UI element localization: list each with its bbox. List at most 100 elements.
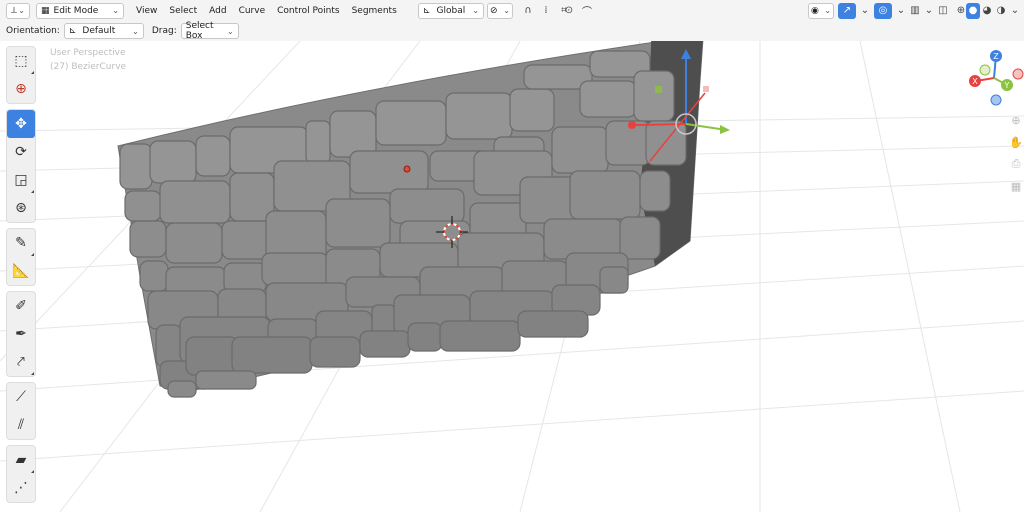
chevron-down-icon: ⌄ [18, 6, 25, 15]
transform-icon: ⊛ [15, 200, 27, 216]
cursor-icon: ⊕ [15, 81, 27, 97]
tool-group-radius: ⟋ ⫽ [6, 382, 36, 440]
drag-dropdown[interactable]: Select Box ⌄ [180, 21, 239, 41]
navigation-gizmo[interactable]: Z X Y [964, 48, 1024, 108]
drag-value: Select Box [185, 21, 214, 41]
scale-icon: ◲ [14, 172, 28, 188]
tilt-tool[interactable]: ⫽ [7, 411, 35, 439]
extrude-tool[interactable]: ⤤ [7, 348, 35, 376]
cursor-tool[interactable]: ⊕ [7, 75, 35, 103]
view-name: User Perspective [50, 48, 126, 58]
pivot-icon: ⊘ [490, 5, 498, 16]
pen-tool[interactable]: ✒ [7, 320, 35, 348]
nav-x-label: X [972, 77, 978, 86]
move-icon: ✥ [15, 116, 27, 132]
orientation-dropdown[interactable]: ⊾ Default ⌄ [63, 23, 144, 39]
snap-target-icon[interactable]: ⁞ [537, 3, 555, 19]
chevron-down-icon: ⌄ [924, 5, 934, 16]
nav-x-neg[interactable] [1012, 68, 1024, 80]
orientation-icon: ⊾ [423, 5, 431, 16]
extrude-icon: ⤤ [17, 354, 25, 370]
tool-group-select: ⬚ ⊕ [6, 46, 36, 104]
gizmo-icon: ↗ [842, 5, 852, 16]
randomize-icon: ⋰ [14, 480, 28, 496]
rotate-tool[interactable]: ⟳ [7, 138, 35, 166]
viewport-header: ⟂ ⌄ ▦ Edit Mode ⌄ View Select Add Curve C… [0, 0, 1024, 21]
solid-shading-icon[interactable]: ● [966, 2, 980, 19]
menu-view[interactable]: View [130, 6, 163, 16]
visibility-dropdown[interactable]: ◉ ⌄ [808, 2, 834, 19]
menu-segments[interactable]: Segments [346, 6, 403, 16]
shading-dropdown[interactable]: ⌄ [1008, 3, 1022, 19]
axes-editor-icon: ⟂ [11, 5, 18, 16]
proportional-edit-icon[interactable]: ⊙ [560, 3, 578, 19]
mode-label: Edit Mode [53, 5, 99, 16]
pivot-point-dropdown[interactable]: ⊘ ⌄ [487, 2, 513, 19]
edit-mode-icon: ▦ [41, 5, 50, 16]
orientation-value: Default [82, 26, 116, 36]
tool-group-transform: ✥ ⟳ ◲ ⊛ [6, 109, 36, 223]
tilt-icon: ⫽ [17, 417, 25, 433]
tool-shelf: ⬚ ⊕ ✥ ⟳ ◲ ⊛ ✎ 📐 ✐ ✒ ⤤ ⟋ ⫽ ▰ ⋰ [6, 46, 36, 508]
annotate-icon: ✎ [15, 235, 27, 251]
transform-orientation-dropdown[interactable]: ⊾ Global ⌄ [418, 2, 484, 19]
xray-icon[interactable]: ◫ [934, 3, 952, 19]
scale-tool[interactable]: ◲ [7, 166, 35, 194]
perspective-grid-icon[interactable]: ▦ [1008, 178, 1024, 194]
shear-icon: ▰ [15, 452, 27, 468]
editor-type-dropdown[interactable]: ⟂ ⌄ [6, 2, 30, 19]
menu-control-points[interactable]: Control Points [271, 6, 345, 16]
select-box-icon: ⬚ [14, 53, 28, 69]
chevron-down-icon: ⌄ [860, 5, 870, 16]
draw-icon: ✐ [15, 298, 27, 314]
pen-icon: ✒ [15, 326, 27, 342]
chevron-down-icon: ⌄ [132, 26, 139, 36]
menu-curve[interactable]: Curve [233, 6, 272, 16]
tool-settings-bar: Orientation: ⊾ Default ⌄ Drag: Select Bo… [0, 21, 1024, 41]
measure-icon: 📐 [12, 263, 30, 279]
measure-tool[interactable]: 📐 [7, 257, 35, 285]
overlay-icon: ◎ [878, 5, 888, 16]
menu-select[interactable]: Select [163, 6, 203, 16]
rendered-shading-icon[interactable]: ◑ [994, 3, 1008, 19]
object-origin[interactable] [403, 165, 411, 173]
transform-tool[interactable]: ⊛ [7, 194, 35, 222]
mode-dropdown[interactable]: ▦ Edit Mode ⌄ [36, 2, 124, 19]
nav-y-neg[interactable] [979, 64, 991, 76]
menu-add[interactable]: Add [203, 6, 232, 16]
eye-icon: ◉ [811, 5, 819, 16]
orientation-label: Global [436, 5, 466, 16]
material-preview-icon[interactable]: ◕ [980, 3, 994, 19]
select-box-tool[interactable]: ⬚ [7, 47, 35, 75]
proportional-group: ⊙ ⌒ [560, 3, 596, 19]
annotate-tool[interactable]: ✎ [7, 229, 35, 257]
gizmo-toggle[interactable]: ↗ [838, 2, 856, 19]
tool-group-misc: ▰ ⋰ [6, 445, 36, 503]
tool-group-curve: ✐ ✒ ⤤ [6, 291, 36, 377]
stone-wall-mesh[interactable] [117, 41, 705, 398]
chevron-down-icon: ⌄ [503, 6, 510, 15]
camera-view-icon[interactable]: ⎙ [1008, 156, 1024, 172]
nav-z-neg[interactable] [990, 94, 1002, 106]
shear-tool[interactable]: ▰ [7, 446, 35, 474]
orientation-icon: ⊾ [68, 26, 77, 36]
chevron-down-icon: ⌄ [112, 6, 119, 15]
gizmo-dropdown[interactable]: ⌄ [856, 3, 874, 19]
falloff-icon[interactable]: ⌒ [578, 3, 596, 19]
rotate-icon: ⟳ [15, 144, 27, 160]
radius-icon: ⟋ [16, 389, 26, 405]
nav-z-label: Z [993, 52, 999, 61]
snap-magnet-icon[interactable]: ∩ [519, 3, 537, 19]
chevron-down-icon: ⌄ [896, 5, 906, 16]
object-name: (27) BezierCurve [50, 62, 127, 72]
move-tool[interactable]: ✥ [7, 110, 35, 138]
chevron-down-icon: ⌄ [227, 26, 234, 36]
draw-tool[interactable]: ✐ [7, 292, 35, 320]
viewport-scene[interactable] [0, 41, 1024, 512]
pan-hand-icon[interactable]: ✋ [1008, 134, 1024, 150]
zoom-icon[interactable]: ⊕ [1008, 112, 1024, 128]
drag-label: Drag: [151, 26, 177, 36]
overlay-toggle[interactable]: ◎ [874, 2, 892, 19]
radius-tool[interactable]: ⟋ [7, 383, 35, 411]
randomize-tool[interactable]: ⋰ [7, 474, 35, 502]
